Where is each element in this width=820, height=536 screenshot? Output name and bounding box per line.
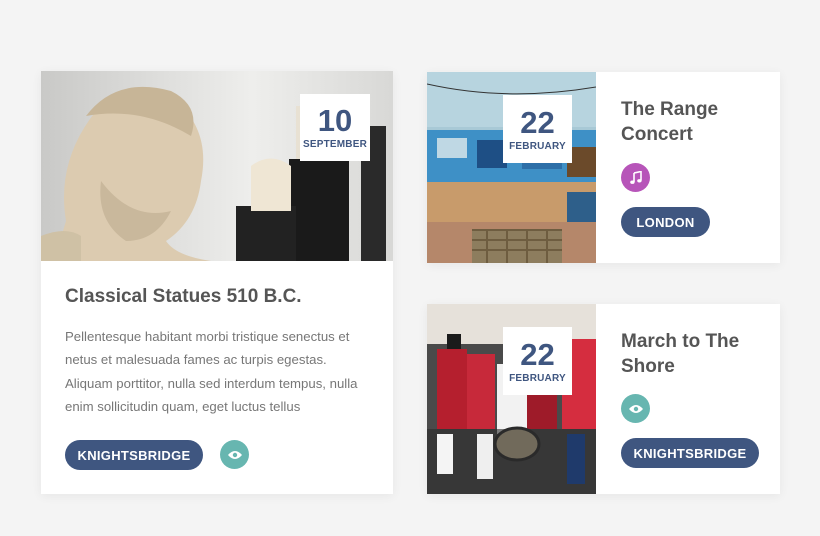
eye-icon (628, 404, 643, 413)
view-button[interactable] (220, 440, 249, 469)
card-description: Pellentesque habitant morbi tristique se… (65, 329, 358, 414)
date-badge: 10 SEPTEMBER (300, 94, 370, 161)
card-title[interactable]: The Range Concert (621, 97, 771, 147)
date-badge: 22 FEBRUARY (503, 95, 572, 163)
location-button[interactable]: KNIGHTSBRIDGE (65, 440, 203, 470)
date-month: SEPTEMBER (302, 139, 368, 150)
date-day: 22 (520, 336, 555, 372)
location-button[interactable]: KNIGHTSBRIDGE (621, 438, 759, 468)
date-month: FEBRUARY (509, 140, 566, 152)
card-title[interactable]: March to The Shore (621, 329, 771, 379)
view-button[interactable] (621, 394, 650, 423)
event-card-march-to-the-shore[interactable]: 22 FEBRUARY March to The Shore KNIGHTSBR… (427, 304, 780, 494)
event-card-classical-statues[interactable]: 10 SEPTEMBER Classical Statues 510 B.C. … (41, 71, 393, 494)
category-button[interactable] (621, 163, 650, 192)
card-title[interactable]: Classical Statues 510 B.C. (65, 286, 302, 308)
date-day: 10 (317, 103, 353, 138)
event-card-range-concert[interactable]: 22 FEBRUARY The Range Concert LONDON (427, 72, 780, 263)
location-button[interactable]: LONDON (621, 207, 710, 237)
date-day: 22 (520, 104, 555, 140)
date-badge: 22 FEBRUARY (503, 327, 572, 395)
date-month: FEBRUARY (509, 372, 566, 384)
music-note-icon (629, 170, 642, 184)
eye-icon (227, 450, 242, 459)
